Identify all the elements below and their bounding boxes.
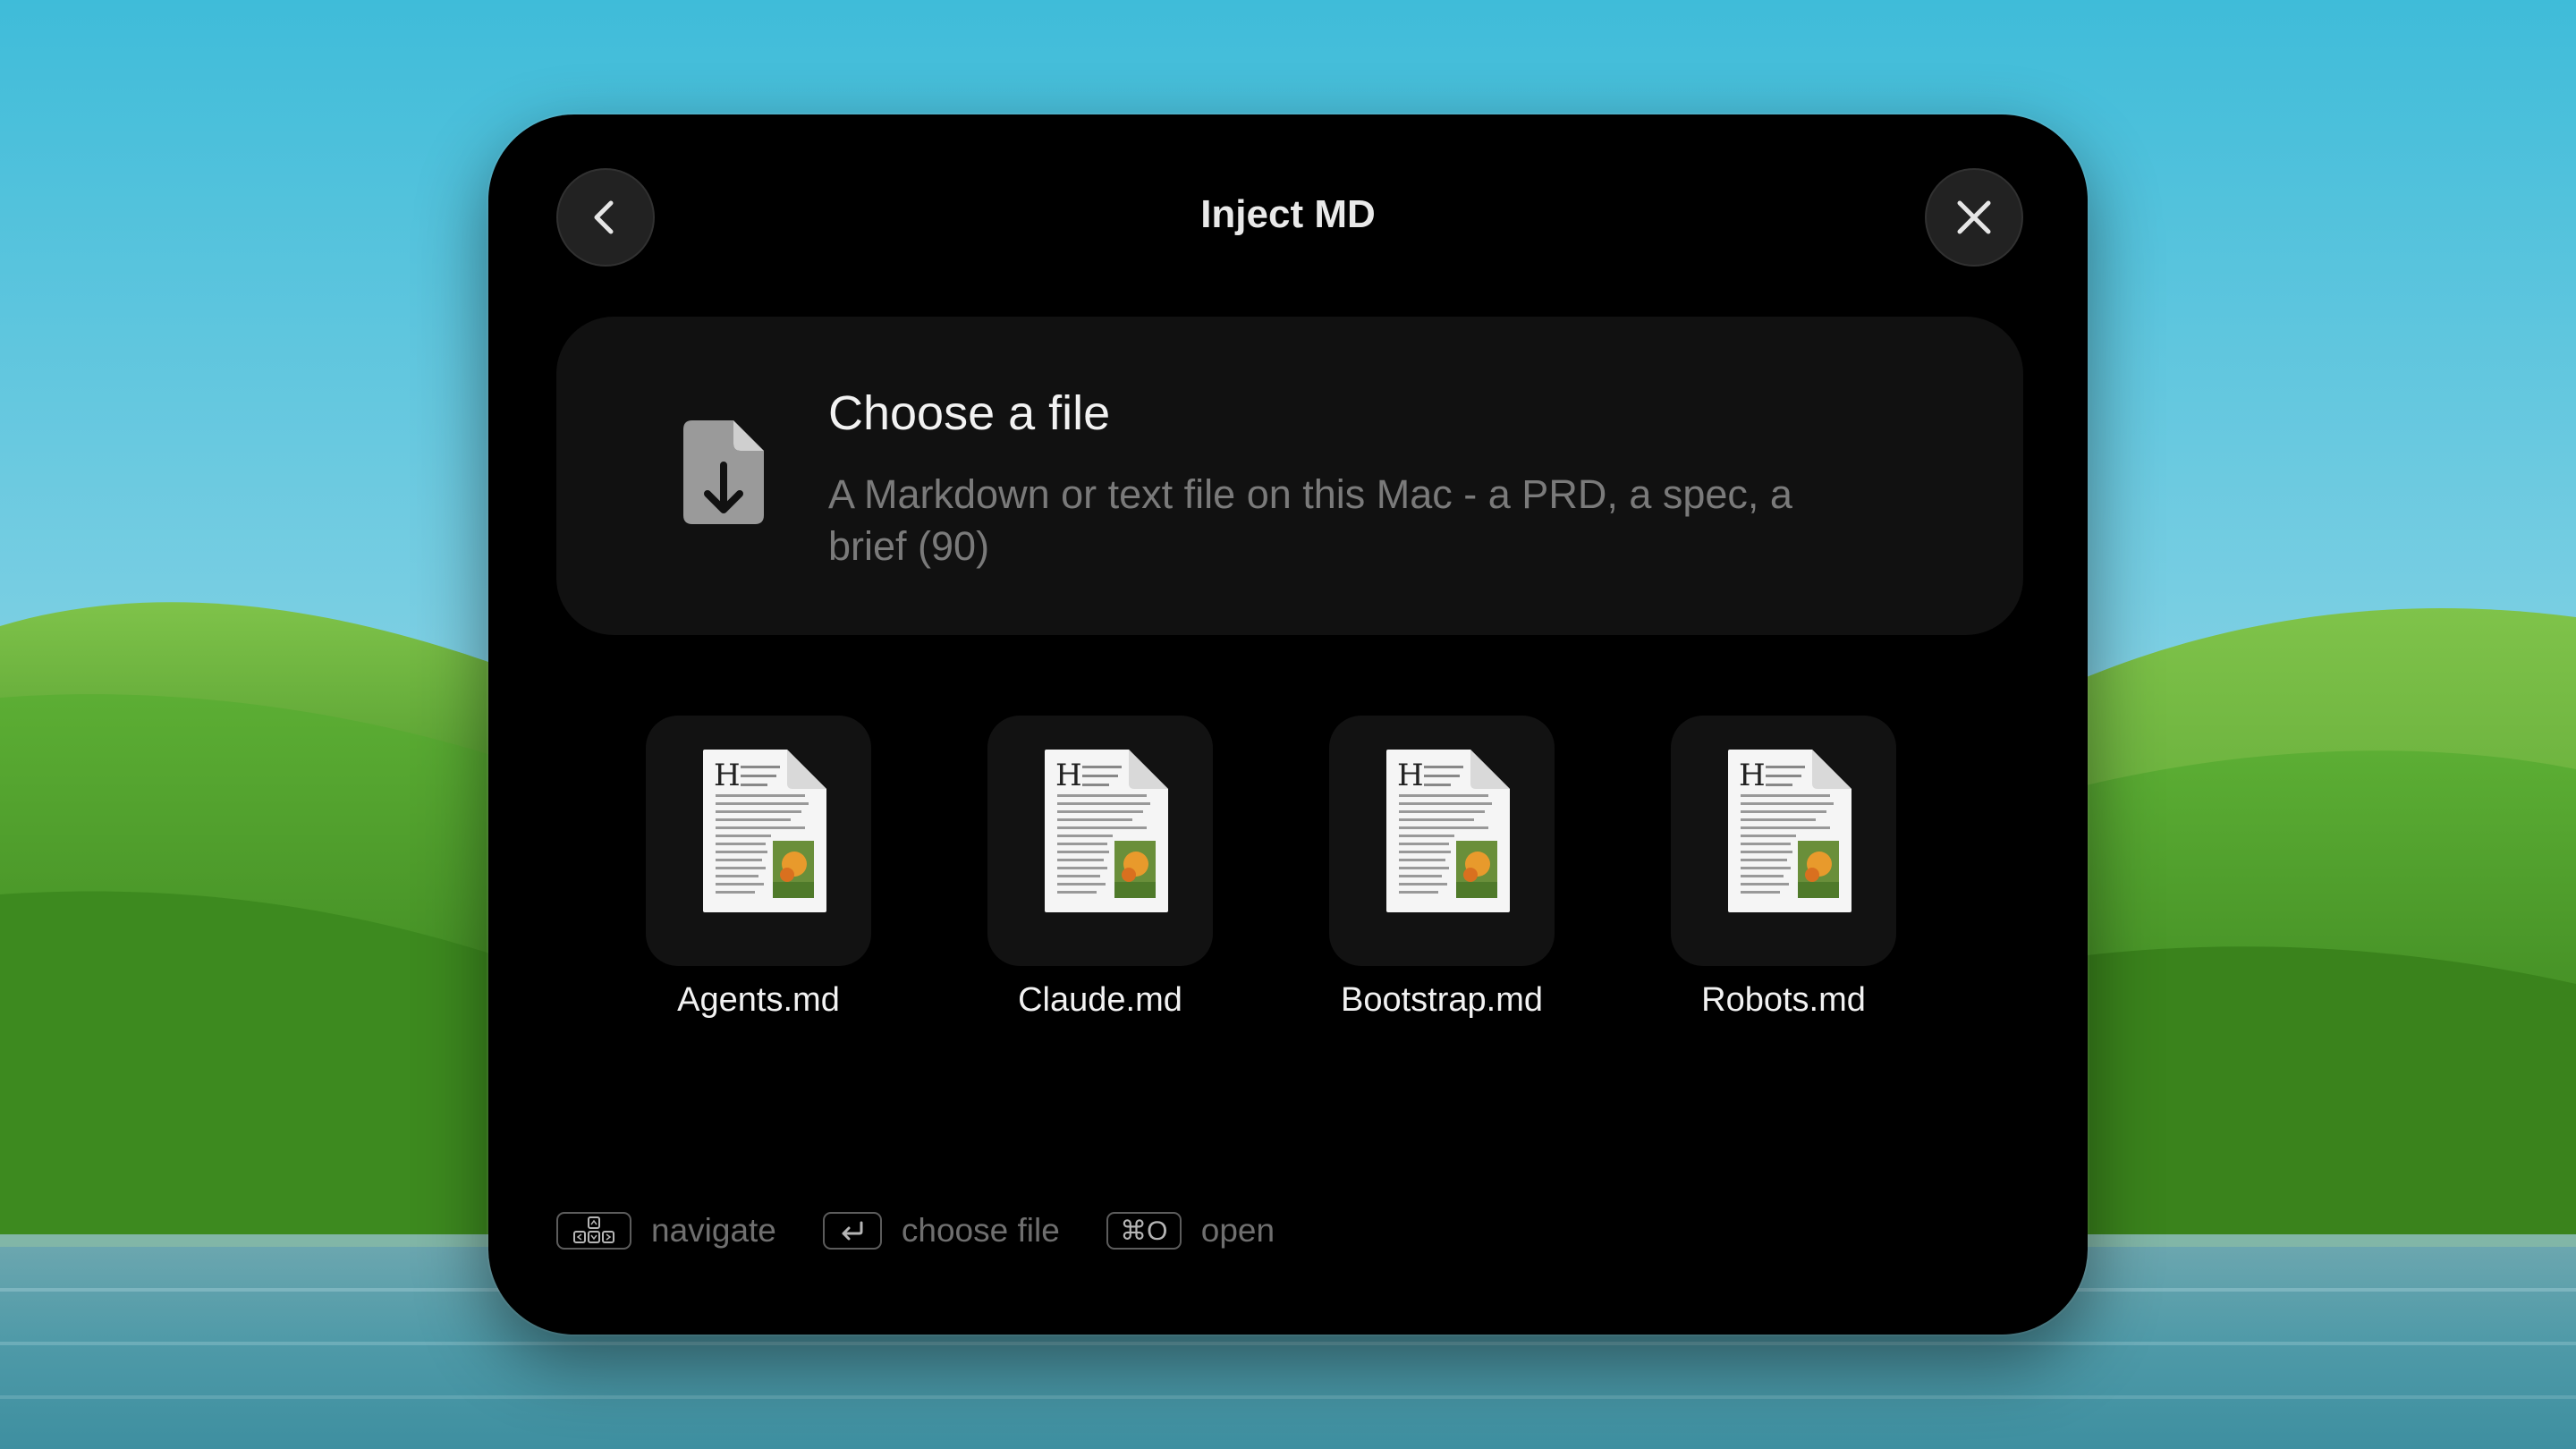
return-key-icon bbox=[822, 1212, 882, 1250]
file-name: Claude.md bbox=[1018, 981, 1182, 1019]
file-tile: H bbox=[1329, 716, 1555, 966]
file-name: Bootstrap.md bbox=[1341, 981, 1543, 1019]
svg-text:H: H bbox=[1397, 758, 1424, 793]
hint-navigate: navigate bbox=[556, 1212, 776, 1250]
choose-file-description: A Markdown or text file on this Mac - a … bbox=[828, 471, 1792, 569]
svg-text:H: H bbox=[1055, 758, 1082, 793]
file-tile: H bbox=[987, 716, 1213, 966]
recent-files-grid: H Agents.md H Claude.md H Bootstrap.md H… bbox=[488, 716, 2088, 1020]
keyboard-hints: navigate choose file ⌘O open bbox=[556, 1204, 1275, 1258]
file-tile: H bbox=[646, 716, 871, 966]
cmd-o-key: ⌘O bbox=[1106, 1212, 1182, 1250]
dialog-title: Inject MD bbox=[1200, 192, 1376, 236]
text-document-icon: H bbox=[1045, 750, 1168, 912]
arrow-keys-icon bbox=[556, 1212, 631, 1250]
text-document-icon: H bbox=[1386, 750, 1510, 912]
choose-file-card[interactable]: Choose a file A Markdown or text file on… bbox=[556, 317, 2023, 635]
file-tile: H bbox=[1671, 716, 1896, 966]
hint-choose-file: choose file bbox=[822, 1212, 1060, 1250]
choose-file-title: Choose a file bbox=[828, 386, 1111, 440]
hint-label: choose file bbox=[901, 1212, 1060, 1249]
file-download-icon bbox=[683, 420, 764, 529]
inject-md-dialog: Inject MD Choose a file A Markdown or te… bbox=[488, 114, 2088, 1335]
file-name: Agents.md bbox=[677, 981, 840, 1019]
file-name: Robots.md bbox=[1701, 981, 1866, 1019]
text-document-icon: H bbox=[703, 750, 826, 912]
close-icon bbox=[1957, 200, 1991, 234]
svg-text:H: H bbox=[1739, 758, 1766, 793]
hint-open: ⌘O open bbox=[1106, 1212, 1275, 1250]
close-button[interactable] bbox=[1925, 168, 2023, 267]
svg-text:H: H bbox=[714, 758, 741, 793]
hint-label: navigate bbox=[651, 1212, 776, 1249]
hint-label: open bbox=[1200, 1212, 1275, 1249]
text-document-icon: H bbox=[1728, 750, 1852, 912]
